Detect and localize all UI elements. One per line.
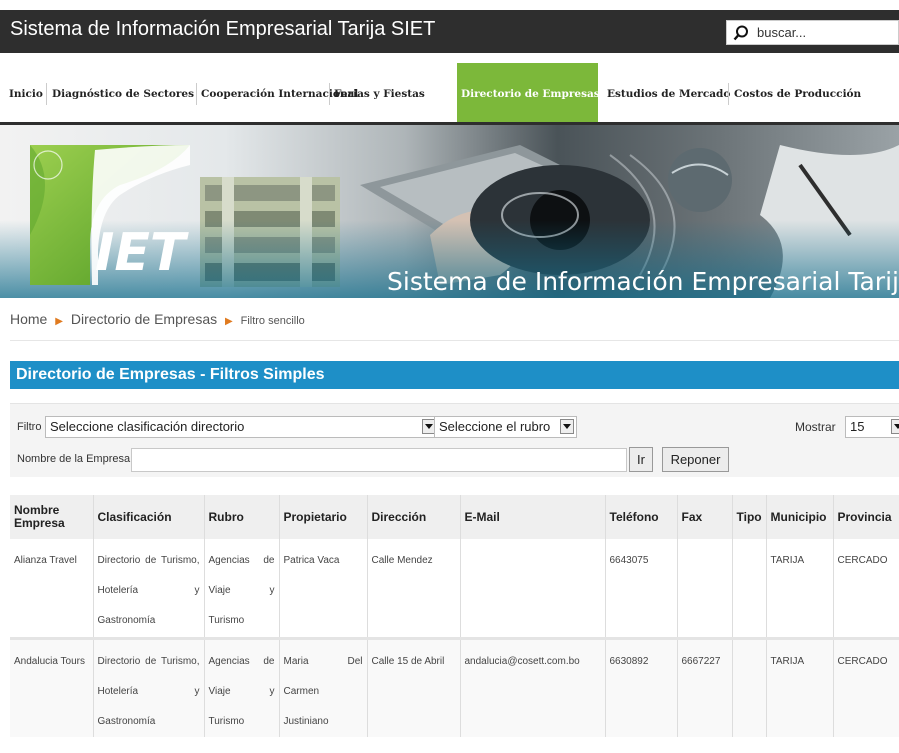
banner-graphic: IET Sistema de Información Empresarial T… [0,125,899,298]
nav-item-ferias[interactable]: Ferias y Fiestas [330,63,429,122]
col-header-email[interactable]: E-Mail [460,495,606,539]
col-header-fax[interactable]: Fax [677,495,733,539]
cell-municipio: TARIJA [766,638,834,737]
cell-fax: 6667227 [677,638,733,737]
cell-direccion: Calle 15 de Abril [367,638,461,737]
mostrar-value: 15 [850,419,865,434]
nav-item-diagnostico[interactable]: Diagnóstico de Sectores [48,63,198,122]
table-row[interactable]: Andalucia Tours Directorio de Turismo, H… [10,638,899,737]
clasificacion-value: Seleccione clasificación directorio [50,419,245,434]
ir-button[interactable]: Ir [629,447,653,472]
col-header-nombre[interactable]: Nombre Empresa [10,495,94,539]
nombre-empresa-input[interactable] [131,448,627,472]
col-header-rubro[interactable]: Rubro [204,495,280,539]
breadcrumb-current: Filtro sencillo [240,315,305,327]
filter-form: Filtro Seleccione clasificación director… [10,403,899,477]
nav-item-estudios[interactable]: Estudios de Mercado [603,63,734,122]
cell-telefono: 6630892 [605,638,678,737]
site-title: Sistema de Información Empresarial Tarij… [10,18,436,40]
nav-separator [728,83,729,105]
cell-email[interactable]: andalucia@cosett.com.bo [460,638,606,737]
divider [10,340,899,341]
breadcrumb: Home ▶ Directorio de Empresas ▶ Filtro s… [10,311,305,327]
cell-provincia: CERCADO [833,539,899,640]
breadcrumb-arrow-icon: ▶ [55,316,63,327]
cell-provincia: CERCADO [833,638,899,737]
cell-telefono: 6643075 [605,539,678,640]
nav-item-directorio[interactable]: Directorio de Empresas [457,63,600,122]
mostrar-select[interactable]: 15 [845,416,899,438]
filtro-label: Filtro [17,421,42,433]
col-header-clasificacion[interactable]: Clasificación [93,495,205,539]
breadcrumb-section[interactable]: Directorio de Empresas [71,311,217,327]
nav-item-costos[interactable]: Costos de Producción [730,63,865,122]
col-header-telefono[interactable]: Teléfono [605,495,678,539]
cell-direccion: Calle Mendez [367,539,461,640]
cell-propietario: Maria Del Carmen Justiniano [279,638,368,737]
cell-municipio: TARIJA [766,539,834,640]
empresas-table: Nombre Empresa Clasificación Rubro Propi… [10,495,899,737]
col-header-propietario[interactable]: Propietario [279,495,368,539]
logo-text: IET [95,223,189,283]
breadcrumb-arrow-icon: ▶ [225,316,233,327]
section-title: Directorio de Empresas - Filtros Simples [10,361,899,389]
chevron-down-icon[interactable] [560,419,574,434]
search-icon[interactable] [732,24,750,42]
top-header: Sistema de Información Empresarial Tarij… [0,0,899,63]
col-header-direccion[interactable]: Dirección [367,495,461,539]
rubro-value: Seleccione el rubro [439,419,551,434]
nombre-empresa-label: Nombre de la Empresa [17,453,131,465]
header-banner: IET Sistema de Información Empresarial T… [0,125,899,298]
clasificacion-select[interactable]: Seleccione clasificación directorio [45,416,439,438]
nav-separator [46,83,47,105]
breadcrumb-home[interactable]: Home [10,311,47,327]
cell-nombre[interactable]: Andalucia Tours [10,638,94,737]
cell-email [460,539,606,640]
cell-tipo [732,638,767,737]
cell-propietario: Patrica Vaca [279,539,368,640]
mostrar-label: Mostrar [795,420,836,434]
cell-fax [677,539,733,640]
cell-clasificacion: Directorio de Turismo, Hotelería y Gastr… [93,539,205,640]
table-header-row: Nombre Empresa Clasificación Rubro Propi… [10,495,899,539]
banner-subtitle: Sistema de Información Empresarial Tarij… [387,267,899,296]
search-input[interactable] [757,23,895,42]
table-row[interactable]: Alianza Travel Directorio de Turismo, Ho… [10,539,899,640]
col-header-tipo[interactable]: Tipo [732,495,767,539]
cell-tipo [732,539,767,640]
search-box[interactable] [726,20,899,45]
col-header-municipio[interactable]: Municipio [766,495,834,539]
reponer-button[interactable]: Reponer [662,447,729,472]
cell-rubro: Agencias de Viaje y Turismo [204,638,280,737]
cell-clasificacion: Directorio de Turismo, Hotelería y Gastr… [93,638,205,737]
cell-nombre[interactable]: Alianza Travel [10,539,94,640]
cell-rubro: Agencias de Viaje y Turismo [204,539,280,640]
nav-item-inicio[interactable]: Inicio [5,63,47,122]
col-header-provincia[interactable]: Provincia [833,495,899,539]
chevron-down-icon[interactable] [891,419,899,434]
rubro-select[interactable]: Seleccione el rubro [434,416,577,438]
main-nav: Inicio Diagnóstico de Sectores Cooperaci… [0,63,899,125]
